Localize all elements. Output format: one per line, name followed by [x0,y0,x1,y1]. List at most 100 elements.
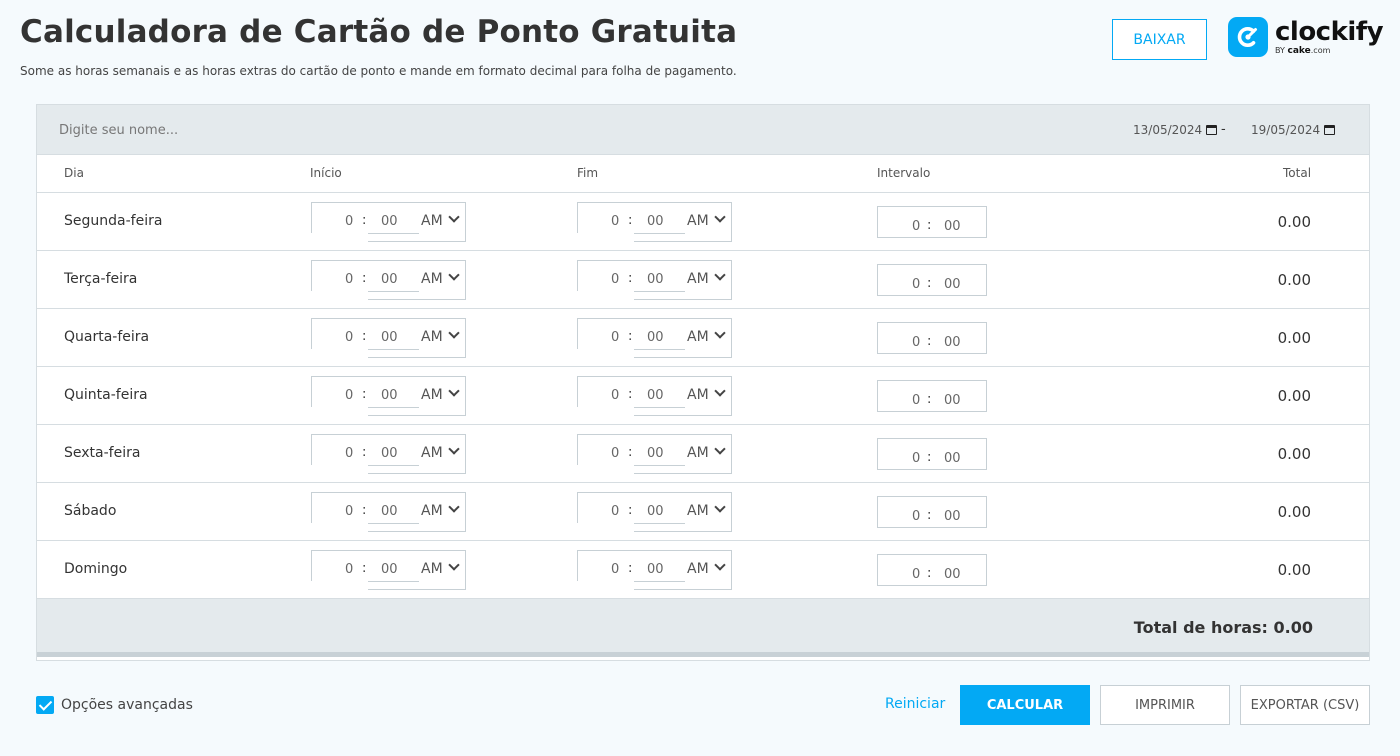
start-hour[interactable]: 0 [345,214,353,229]
chevron-down-icon[interactable] [448,559,460,571]
break-minute[interactable]: 00 [944,219,961,234]
start-ampm-select[interactable]: AM [421,213,443,229]
end-minute[interactable]: 00 [647,446,664,461]
end-hour[interactable]: 0 [611,330,619,345]
chevron-down-icon[interactable] [714,385,726,397]
end-time-input[interactable]: 0 : 00 AM [577,492,732,534]
end-ampm-select[interactable]: AM [687,271,709,287]
chevron-down-icon[interactable] [714,501,726,513]
end-ampm-select[interactable]: AM [687,503,709,519]
end-minute[interactable]: 00 [647,388,664,403]
break-minute[interactable]: 00 [944,277,961,292]
start-time-input[interactable]: 0 : 00 AM [311,318,466,360]
end-hour[interactable]: 0 [611,214,619,229]
end-time-input[interactable]: 0 : 00 AM [577,318,732,360]
break-hour[interactable]: 0 [912,335,920,350]
calculate-button[interactable]: CALCULAR [960,685,1090,725]
print-button[interactable]: IMPRIMIR [1100,685,1230,725]
clockify-logo[interactable]: clockify BY cake.com [1228,16,1384,58]
start-hour[interactable]: 0 [345,388,353,403]
export-csv-button[interactable]: EXPORTAR (CSV) [1240,685,1370,725]
break-time-input[interactable]: 0 : 00 [877,438,987,470]
end-time-input[interactable]: 0 : 00 AM [577,434,732,476]
break-minute[interactable]: 00 [944,451,961,466]
end-ampm-select[interactable]: AM [687,445,709,461]
chevron-down-icon[interactable] [714,269,726,281]
end-minute[interactable]: 00 [647,504,664,519]
start-hour[interactable]: 0 [345,562,353,577]
start-date-picker[interactable]: 13/05/2024 [1133,123,1218,137]
start-ampm-select[interactable]: AM [421,329,443,345]
download-button[interactable]: BAIXAR [1112,19,1207,60]
start-minute[interactable]: 00 [381,562,398,577]
break-minute[interactable]: 00 [944,393,961,408]
start-minute[interactable]: 00 [381,272,398,287]
advanced-options-checkbox[interactable] [36,696,54,714]
end-time-input[interactable]: 0 : 00 AM [577,376,732,418]
break-time-input[interactable]: 0 : 00 [877,496,987,528]
start-ampm-select[interactable]: AM [421,387,443,403]
end-ampm-select[interactable]: AM [687,387,709,403]
end-hour[interactable]: 0 [611,446,619,461]
end-hour[interactable]: 0 [611,272,619,287]
chevron-down-icon[interactable] [714,559,726,571]
start-time-input[interactable]: 0 : 00 AM [311,202,466,244]
chevron-down-icon[interactable] [448,385,460,397]
end-minute[interactable]: 00 [647,562,664,577]
break-hour[interactable]: 0 [912,393,920,408]
end-hour[interactable]: 0 [611,504,619,519]
start-hour[interactable]: 0 [345,504,353,519]
break-time-input[interactable]: 0 : 00 [877,264,987,296]
chevron-down-icon[interactable] [448,211,460,223]
break-minute[interactable]: 00 [944,567,961,582]
start-time-input[interactable]: 0 : 00 AM [311,434,466,476]
end-time-input[interactable]: 0 : 00 AM [577,202,732,244]
start-minute[interactable]: 00 [381,330,398,345]
chevron-down-icon[interactable] [448,269,460,281]
start-time-input[interactable]: 0 : 00 AM [311,260,466,302]
start-minute[interactable]: 00 [381,388,398,403]
break-minute[interactable]: 00 [944,335,961,350]
start-hour[interactable]: 0 [345,272,353,287]
start-hour[interactable]: 0 [345,330,353,345]
advanced-options-toggle[interactable]: Opções avançadas [36,696,193,714]
break-time-input[interactable]: 0 : 00 [877,380,987,412]
chevron-down-icon[interactable] [714,443,726,455]
start-ampm-select[interactable]: AM [421,271,443,287]
chevron-down-icon[interactable] [448,327,460,339]
break-hour[interactable]: 0 [912,219,920,234]
start-time-input[interactable]: 0 : 00 AM [311,550,466,592]
calendar-icon[interactable] [1324,125,1336,135]
end-time-input[interactable]: 0 : 00 AM [577,260,732,302]
end-time-input[interactable]: 0 : 00 AM [577,550,732,592]
end-hour[interactable]: 0 [611,388,619,403]
chevron-down-icon[interactable] [714,211,726,223]
end-minute[interactable]: 00 [647,214,664,229]
break-time-input[interactable]: 0 : 00 [877,322,987,354]
start-minute[interactable]: 00 [381,446,398,461]
end-minute[interactable]: 00 [647,272,664,287]
end-ampm-select[interactable]: AM [687,561,709,577]
chevron-down-icon[interactable] [448,501,460,513]
end-date-picker[interactable]: 19/05/2024 [1251,123,1336,137]
end-ampm-select[interactable]: AM [687,213,709,229]
break-minute[interactable]: 00 [944,509,961,524]
calendar-icon[interactable] [1206,125,1218,135]
name-input[interactable] [49,113,649,147]
start-ampm-select[interactable]: AM [421,561,443,577]
end-ampm-select[interactable]: AM [687,329,709,345]
start-time-input[interactable]: 0 : 00 AM [311,492,466,534]
start-minute[interactable]: 00 [381,504,398,519]
break-time-input[interactable]: 0 : 00 [877,206,987,238]
break-hour[interactable]: 0 [912,509,920,524]
start-time-input[interactable]: 0 : 00 AM [311,376,466,418]
start-ampm-select[interactable]: AM [421,445,443,461]
break-time-input[interactable]: 0 : 00 [877,554,987,586]
break-hour[interactable]: 0 [912,567,920,582]
start-ampm-select[interactable]: AM [421,503,443,519]
start-hour[interactable]: 0 [345,446,353,461]
reset-link[interactable]: Reiniciar [885,696,945,712]
start-minute[interactable]: 00 [381,214,398,229]
break-hour[interactable]: 0 [912,277,920,292]
end-minute[interactable]: 00 [647,330,664,345]
